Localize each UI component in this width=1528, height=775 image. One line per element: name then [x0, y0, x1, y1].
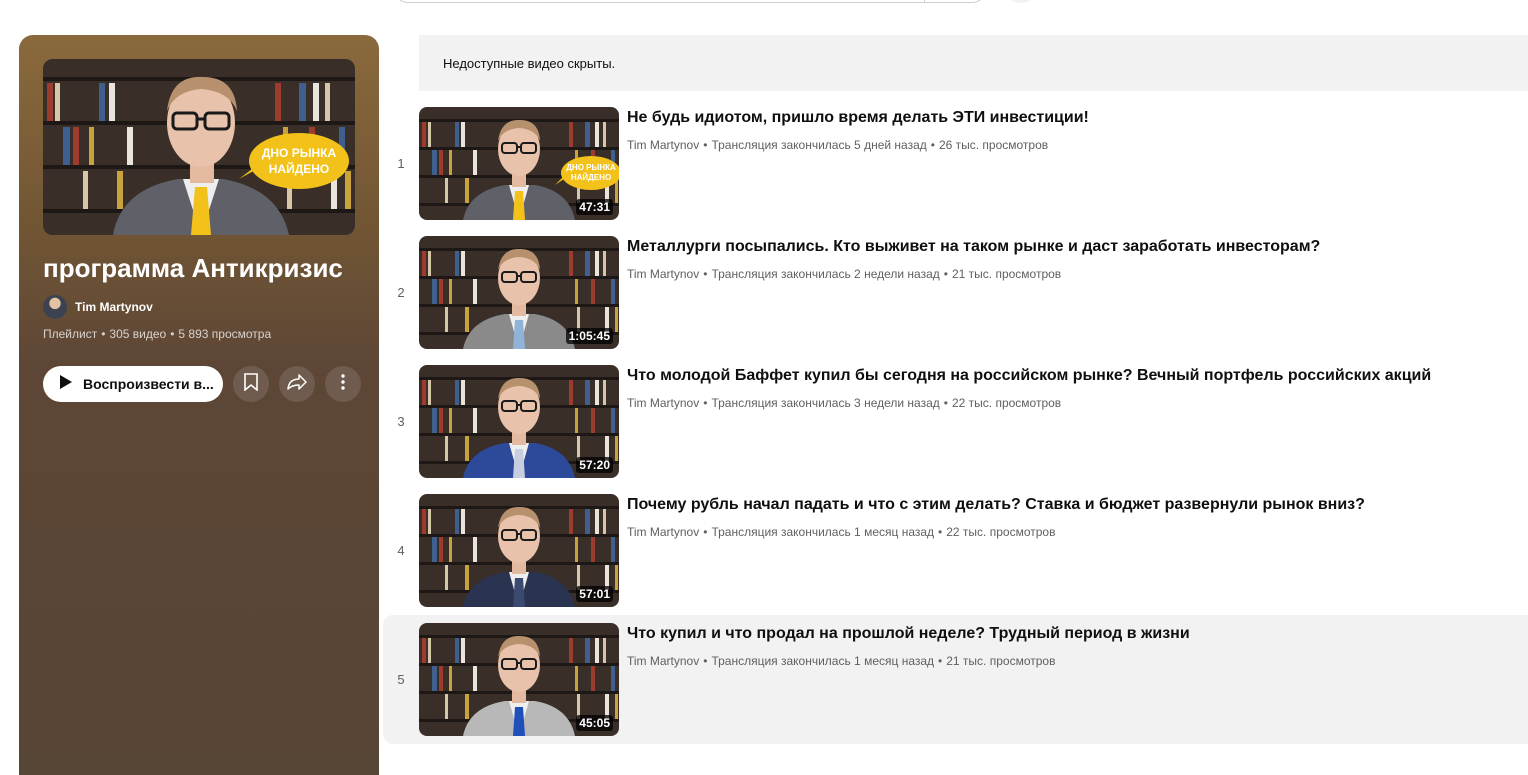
playlist-thumbnail[interactable]: ДНО РЫНКА НАЙДЕНО	[43, 59, 355, 235]
playlist-owner[interactable]: Tim Martynov	[43, 295, 153, 319]
video-badge-line2: НАЙДЕНО	[571, 173, 611, 182]
meta-dot: •	[943, 396, 948, 410]
video-duration: 1:05:45	[565, 328, 613, 344]
playlist-video-row[interactable]: 5 45:05 Что купил и что продал на прошло…	[383, 615, 1528, 744]
video-views: 21 тыс. просмотров	[951, 267, 1062, 281]
video-title[interactable]: Что купил и что продал на прошлой неделе…	[627, 625, 1190, 643]
meta-dot: •	[938, 525, 943, 539]
video-meta: Tim Martynov • Трансляция закончилась 3 …	[627, 396, 1061, 410]
more-icon	[341, 373, 345, 395]
video-duration: 57:01	[576, 586, 613, 602]
video-badge-line1: ДНО РЫНКА	[566, 163, 616, 172]
video-meta: Tim Martynov • Трансляция закончилась 1 …	[627, 525, 1055, 539]
meta-dot: •	[930, 138, 935, 152]
meta-dot: •	[170, 327, 175, 341]
video-title[interactable]: Не будь идиотом, пришло время делать ЭТИ…	[627, 109, 1089, 127]
play-all-button[interactable]: Воспроизвести в...	[43, 366, 223, 402]
video-channel[interactable]: Tim Martynov	[627, 138, 699, 152]
video-duration: 57:20	[576, 457, 613, 473]
playlist-actions: Воспроизвести в...	[43, 366, 361, 402]
video-meta: Tim Martynov • Трансляция закончилась 1 …	[627, 654, 1055, 668]
video-index: 5	[397, 672, 405, 687]
save-icon	[243, 372, 259, 396]
video-status: Трансляция закончилась 3 недели назад	[711, 396, 940, 410]
video-thumbnail[interactable]: 1:05:45	[419, 236, 619, 349]
video-channel[interactable]: Tim Martynov	[627, 267, 699, 281]
save-button[interactable]	[233, 366, 269, 402]
video-title[interactable]: Почему рубль начал падать и что с этим д…	[627, 496, 1365, 514]
video-index: 4	[397, 543, 405, 558]
meta-dot: •	[703, 525, 708, 539]
thumb-badge-line1: ДНО РЫНКА	[262, 146, 337, 160]
meta-dot: •	[938, 654, 943, 668]
playlist-video-row[interactable]: 1 ДНО РЫНКА НАЙДЕНО 47:31 Не будь идиото…	[383, 99, 1528, 228]
playlist-video-row[interactable]: 4 57:01 Почему рубль начал падать и что …	[383, 486, 1528, 615]
video-views: 26 тыс. просмотров	[938, 138, 1049, 152]
meta-dot: •	[703, 396, 708, 410]
playlist-video-row[interactable]: 3 57:20 Что молодой Баффет купил бы сего…	[383, 357, 1528, 486]
playlist-video-row[interactable]: 2 1:05:45 Металлурги посыпались. Кто выж…	[383, 228, 1528, 357]
video-status: Трансляция закончилась 2 недели назад	[711, 267, 940, 281]
video-views: 22 тыс. просмотров	[946, 525, 1056, 539]
hidden-videos-notice: Недоступные видео скрыты.	[419, 35, 1528, 91]
meta-dot: •	[703, 267, 708, 281]
video-title[interactable]: Что молодой Баффет купил бы сегодня на р…	[627, 367, 1431, 385]
video-status: Трансляция закончилась 1 месяц назад	[711, 525, 935, 539]
play-icon	[59, 374, 73, 395]
search-divider	[924, 0, 925, 2]
meta-dot: •	[943, 267, 948, 281]
meta-dot: •	[101, 327, 106, 341]
video-count: 305 видео	[109, 327, 167, 341]
share-icon	[287, 373, 307, 395]
video-thumbnail[interactable]: ДНО РЫНКА НАЙДЕНО 47:31	[419, 107, 619, 220]
video-channel[interactable]: Tim Martynov	[627, 525, 699, 539]
video-index: 1	[397, 156, 405, 171]
meta-dot: •	[703, 654, 708, 668]
video-meta: Tim Martynov • Трансляция закончилась 2 …	[627, 267, 1061, 281]
video-channel[interactable]: Tim Martynov	[627, 396, 699, 410]
video-thumbnail[interactable]: 57:20	[419, 365, 619, 478]
meta-dot: •	[703, 138, 708, 152]
video-index: 2	[397, 285, 405, 300]
playlist-type: Плейлист	[43, 327, 98, 341]
playlist-meta: Плейлист • 305 видео • 5 893 просмотра	[43, 327, 271, 341]
owner-name[interactable]: Tim Martynov	[75, 300, 153, 314]
video-status: Трансляция закончилась 1 месяц назад	[711, 654, 935, 668]
playlist-title: программа Антикризис	[43, 253, 343, 283]
video-views: 22 тыс. просмотров	[951, 396, 1062, 410]
playlist-header-panel: ДНО РЫНКА НАЙДЕНО программа Антикризис T…	[19, 35, 379, 775]
video-meta: Tim Martynov • Трансляция закончилась 5 …	[627, 138, 1048, 152]
search-box[interactable]	[392, 0, 988, 3]
video-channel[interactable]: Tim Martynov	[627, 654, 699, 668]
video-duration: 45:05	[576, 715, 613, 731]
view-count: 5 893 просмотра	[178, 327, 272, 341]
voice-search-button[interactable]	[1004, 0, 1038, 3]
share-button[interactable]	[279, 366, 315, 402]
video-title[interactable]: Металлурги посыпались. Кто выживет на та…	[627, 238, 1320, 256]
video-index: 3	[397, 414, 405, 429]
video-status: Трансляция закончилась 5 дней назад	[711, 138, 927, 152]
avatar[interactable]	[43, 295, 67, 319]
video-thumbnail[interactable]: 45:05	[419, 623, 619, 736]
video-duration: 47:31	[576, 199, 613, 215]
play-all-label: Воспроизвести в...	[83, 376, 214, 392]
video-views: 21 тыс. просмотров	[946, 654, 1056, 668]
more-button[interactable]	[325, 366, 361, 402]
thumb-badge-line2: НАЙДЕНО	[269, 161, 330, 176]
video-thumbnail[interactable]: 57:01	[419, 494, 619, 607]
